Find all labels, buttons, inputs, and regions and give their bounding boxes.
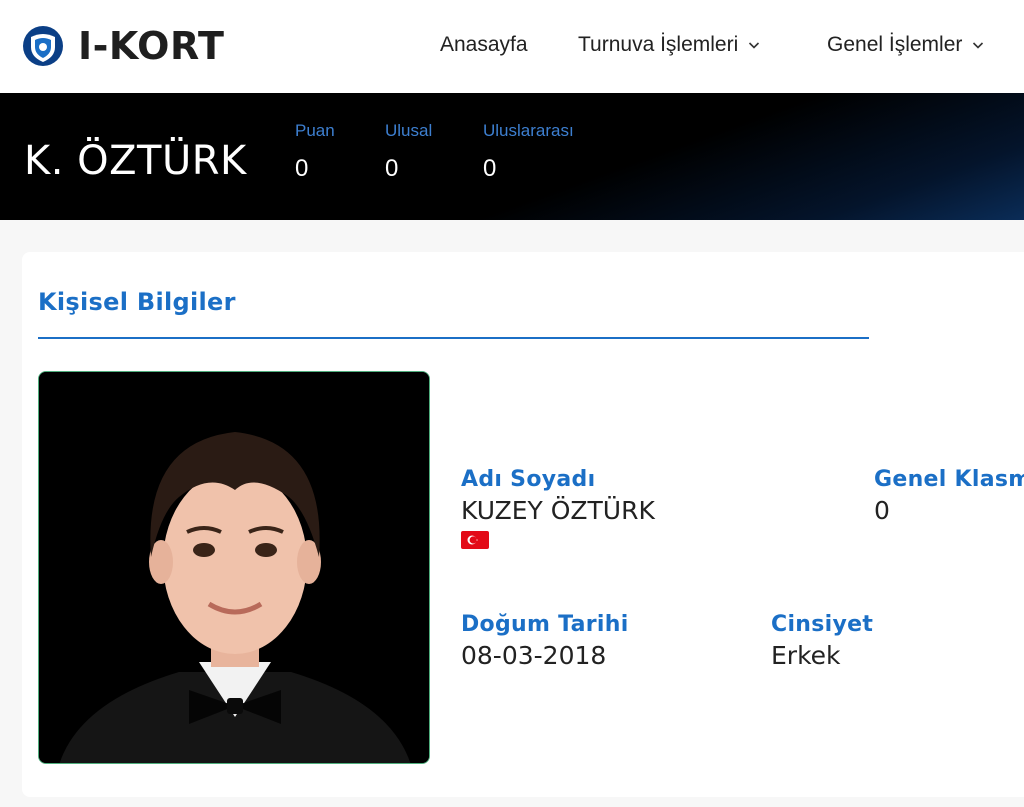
stat-value: 0	[483, 155, 497, 182]
field-label: Adı Soyadı	[461, 467, 596, 492]
nav-item-genel-islemler[interactable]: Genel İşlemler	[827, 33, 984, 57]
field-value: KUZEY ÖZTÜRK	[461, 496, 655, 525]
field-general-rank: Genel Klasman 0	[874, 467, 1024, 525]
stat-value: 0	[385, 155, 399, 182]
field-gender: Cinsiyet Erkek	[771, 612, 873, 670]
nav-item-anasayfa[interactable]: Anasayfa	[440, 33, 528, 57]
stat-label: Puan	[295, 121, 335, 140]
chevron-down-icon	[973, 42, 984, 49]
stat-ulusal: Ulusal 0	[385, 121, 432, 183]
chevron-down-icon	[749, 42, 760, 49]
field-label: Genel Klasman	[874, 467, 1024, 492]
nav-item-turnuva-islemleri[interactable]: Turnuva İşlemleri	[578, 33, 760, 57]
section-divider	[38, 337, 869, 339]
stat-value: 0	[295, 155, 309, 182]
nav-item-label: Genel İşlemler	[827, 33, 963, 56]
top-navbar: I-KORT Anasayfa Turnuva İşlemleri Genel …	[0, 0, 1024, 93]
nav-item-label: Turnuva İşlemleri	[578, 33, 739, 56]
field-value: 08-03-2018	[461, 641, 607, 670]
stat-label: Ulusal	[385, 121, 433, 140]
field-value: Erkek	[771, 641, 841, 670]
field-label: Cinsiyet	[771, 612, 874, 637]
field-full-name: Adı Soyadı KUZEY ÖZTÜRK	[461, 467, 655, 549]
field-value: 0	[874, 496, 890, 525]
stat-puan: Puan 0	[295, 121, 335, 183]
player-short-name: K. ÖZTÜRK	[24, 138, 247, 184]
player-photo	[38, 371, 430, 764]
player-header-band: K. ÖZTÜRK Puan 0 Ulusal 0 Uluslararası 0	[0, 93, 1024, 220]
stat-uluslararasi: Uluslararası 0	[483, 121, 574, 183]
field-birth-date: Doğum Tarihi 08-03-2018	[461, 612, 629, 670]
section-title: Kişisel Bilgiler	[38, 288, 236, 316]
stat-label: Uluslararası	[483, 121, 574, 140]
field-label: Doğum Tarihi	[461, 612, 629, 637]
nav-item-label: Anasayfa	[440, 33, 528, 56]
main-nav: Anasayfa Turnuva İşlemleri Genel İşlemle…	[0, 33, 1024, 59]
player-portrait-image	[39, 372, 429, 763]
personal-info-card: Kişisel Bilgiler Adı Soyadı KUZEY ÖZTÜRK…	[22, 252, 1024, 797]
turkey-flag-icon	[461, 531, 489, 549]
